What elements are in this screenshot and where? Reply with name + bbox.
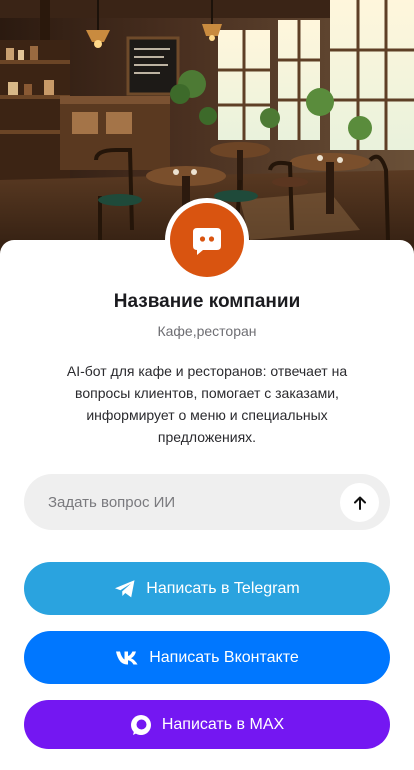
company-description: AI-бот для кафе и ресторанов: отвечает н…	[66, 363, 348, 445]
telegram-button[interactable]: Написать в Telegram	[24, 562, 390, 615]
max-icon	[130, 714, 152, 736]
ask-ai-field	[24, 474, 390, 530]
arrow-up-icon	[352, 495, 368, 511]
vk-button[interactable]: Написать Вконтакте	[24, 631, 390, 684]
company-category: Кафе,ресторан	[157, 323, 257, 339]
send-button[interactable]	[340, 483, 379, 522]
chat-bot-icon	[170, 203, 244, 277]
company-avatar	[165, 198, 249, 282]
max-button[interactable]: Написать в MAX	[24, 700, 390, 749]
vk-button-label: Написать Вконтакте	[149, 648, 299, 666]
telegram-button-label: Написать в Telegram	[146, 579, 300, 597]
company-name: Название компании	[113, 291, 301, 312]
vk-icon	[115, 650, 139, 666]
max-button-label: Написать в MAX	[161, 715, 285, 733]
telegram-icon	[114, 579, 136, 599]
ask-ai-input[interactable]	[24, 474, 324, 530]
